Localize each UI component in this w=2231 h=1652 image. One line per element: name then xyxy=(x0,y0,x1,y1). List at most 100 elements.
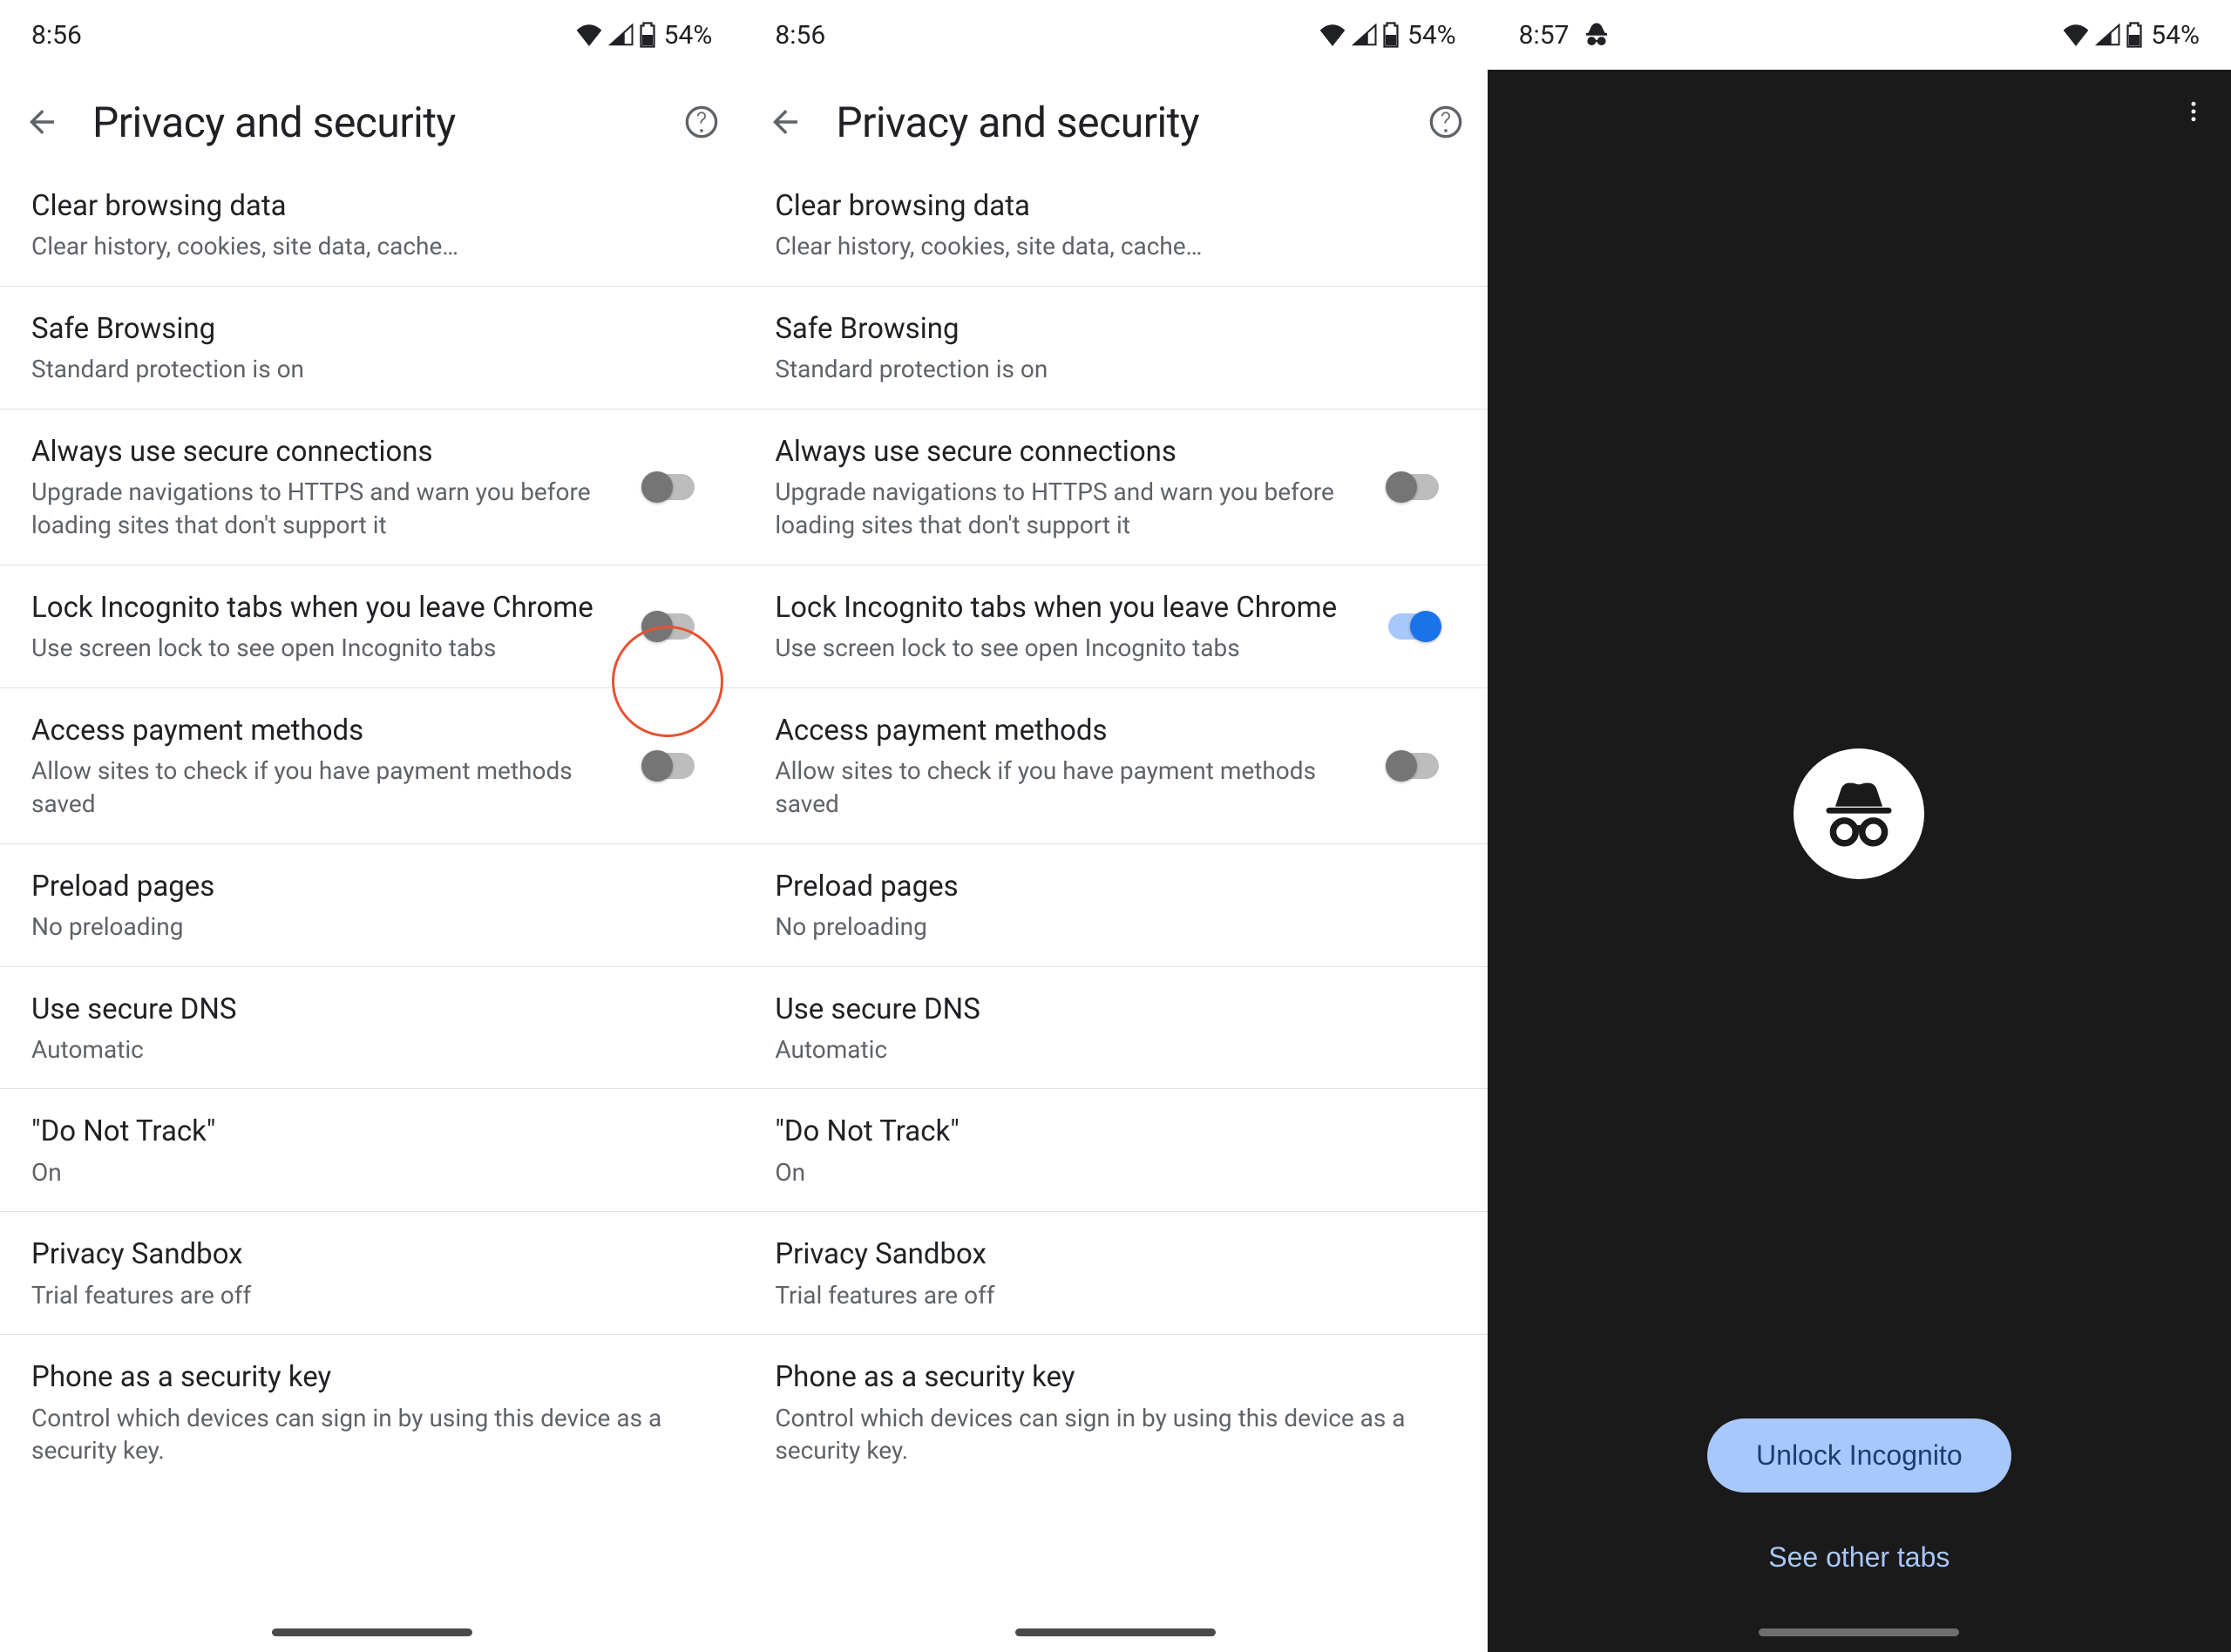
status-battery-text: 54% xyxy=(2151,20,2200,51)
page-title: Privacy and security xyxy=(92,98,651,147)
setting-row[interactable]: Phone as a security keyControl which dev… xyxy=(0,1334,743,1490)
help-icon[interactable] xyxy=(1427,103,1465,141)
setting-subtitle: Allow sites to check if you have payment… xyxy=(775,755,1363,821)
back-icon[interactable] xyxy=(766,103,804,141)
setting-row[interactable]: Access payment methodsAllow sites to che… xyxy=(0,687,743,843)
setting-subtitle: Trial features are off xyxy=(775,1279,1455,1312)
setting-subtitle: Automatic xyxy=(775,1033,1455,1066)
status-battery-text: 54% xyxy=(664,20,713,51)
setting-subtitle: Upgrade navigations to HTTPS and warn yo… xyxy=(31,476,620,542)
setting-row[interactable]: Preload pages No preloading xyxy=(743,843,1487,966)
battery-icon xyxy=(1383,22,1399,48)
setting-title: "Do Not Track" xyxy=(31,1112,712,1152)
setting-title: Phone as a security key xyxy=(775,1357,1455,1398)
setting-title: Always use secure connections xyxy=(31,432,620,472)
setting-title: Clear browsing data xyxy=(775,186,1455,227)
status-right: 54% xyxy=(575,20,713,51)
setting-subtitle: Allow sites to check if you have payment… xyxy=(31,755,620,821)
setting-row[interactable]: Always use secure connectionsUpgrade nav… xyxy=(743,409,1487,565)
incognito-status-icon xyxy=(1582,20,1611,50)
setting-title: Access payment methods xyxy=(31,711,620,751)
back-icon[interactable] xyxy=(23,103,61,141)
setting-subtitle: Control which devices can sign in by usi… xyxy=(775,1402,1455,1468)
setting-row[interactable]: Use secure DNSAutomatic xyxy=(0,966,743,1089)
setting-subtitle: On xyxy=(775,1156,1455,1189)
signal-icon xyxy=(2095,24,2121,46)
unlock-incognito-button[interactable]: Unlock Incognito xyxy=(1707,1418,2011,1493)
status-battery-text: 54% xyxy=(1407,20,1456,51)
incognito-icon xyxy=(1815,770,1902,857)
setting-subtitle: Use screen lock to see open Incognito ta… xyxy=(31,632,620,665)
setting-title: Preload pages xyxy=(31,867,712,907)
status-right: 54% xyxy=(2062,20,2200,51)
setting-title: Lock Incognito tabs when you leave Chrom… xyxy=(31,588,620,628)
signal-icon xyxy=(1352,24,1378,46)
page-title: Privacy and security xyxy=(836,98,1394,147)
setting-row[interactable]: Safe Browsing Standard protection is on xyxy=(0,286,743,409)
setting-row[interactable]: "Do Not Track" On xyxy=(0,1088,743,1211)
wifi-icon xyxy=(575,24,603,46)
setting-subtitle: Use screen lock to see open Incognito ta… xyxy=(775,632,1363,665)
setting-subtitle: Clear history, cookies, site data, cache… xyxy=(31,230,712,263)
setting-row[interactable]: Safe Browsing Standard protection is on xyxy=(743,286,1487,409)
status-right: 54% xyxy=(1319,20,1456,51)
more-icon[interactable] xyxy=(2180,98,2207,128)
help-icon[interactable] xyxy=(682,103,721,141)
setting-row[interactable]: Access payment methodsAllow sites to che… xyxy=(743,687,1487,843)
setting-row[interactable]: Lock Incognito tabs when you leave Chrom… xyxy=(0,565,743,687)
page-header: Privacy and security xyxy=(743,70,1487,174)
setting-title: Phone as a security key xyxy=(31,1357,712,1398)
setting-title: Always use secure connections xyxy=(775,432,1363,472)
page-header: Privacy and security xyxy=(0,70,743,174)
setting-subtitle: Control which devices can sign in by usi… xyxy=(31,1402,712,1468)
setting-row[interactable]: Lock Incognito tabs when you leave Chrom… xyxy=(743,565,1487,687)
setting-row[interactable]: Use secure DNSAutomatic xyxy=(743,966,1487,1089)
battery-icon xyxy=(2126,22,2142,48)
setting-title: Safe Browsing xyxy=(31,309,712,349)
setting-title: Clear browsing data xyxy=(31,186,712,227)
setting-subtitle: Upgrade navigations to HTTPS and warn yo… xyxy=(775,476,1363,542)
wifi-icon xyxy=(2062,24,2090,46)
setting-row[interactable]: Clear browsing dataClear history, cookie… xyxy=(0,174,743,286)
setting-subtitle: Automatic xyxy=(31,1033,712,1066)
signal-icon xyxy=(608,24,634,46)
status-bar: 8:57 54% xyxy=(1488,0,2231,70)
setting-row[interactable]: Privacy Sandbox Trial features are off xyxy=(743,1211,1487,1334)
settings-list: Clear browsing dataClear history, cookie… xyxy=(0,174,743,1490)
screenshot-panel-c: 8:57 54% xyxy=(1488,0,2231,1652)
setting-title: Privacy Sandbox xyxy=(31,1235,712,1275)
setting-subtitle: Clear history, cookies, site data, cache… xyxy=(775,230,1455,263)
setting-subtitle: Standard protection is on xyxy=(775,353,1455,386)
status-clock: 8:56 xyxy=(31,20,82,51)
see-other-tabs-link[interactable]: See other tabs xyxy=(1768,1541,1950,1574)
setting-title: Privacy Sandbox xyxy=(775,1235,1455,1275)
setting-row[interactable]: Always use secure connectionsUpgrade nav… xyxy=(0,409,743,565)
incognito-topbar xyxy=(1488,70,2231,157)
nav-pill xyxy=(1015,1628,1216,1636)
toggle[interactable] xyxy=(644,613,695,640)
toggle[interactable] xyxy=(1388,753,1439,779)
status-clock: 8:56 xyxy=(775,20,825,51)
settings-list: Clear browsing dataClear history, cookie… xyxy=(743,174,1487,1490)
toggle[interactable] xyxy=(644,474,695,500)
setting-row[interactable]: "Do Not Track" On xyxy=(743,1088,1487,1211)
status-bar: 8:56 54% xyxy=(0,0,743,70)
setting-subtitle: On xyxy=(31,1156,712,1189)
setting-row[interactable]: Privacy Sandbox Trial features are off xyxy=(0,1211,743,1334)
setting-subtitle: No preloading xyxy=(31,911,712,944)
setting-title: Safe Browsing xyxy=(775,309,1455,349)
nav-pill xyxy=(272,1628,472,1636)
setting-row[interactable]: Preload pages No preloading xyxy=(0,843,743,966)
setting-row[interactable]: Phone as a security keyControl which dev… xyxy=(743,1334,1487,1490)
setting-subtitle: Trial features are off xyxy=(31,1279,712,1312)
setting-title: Preload pages xyxy=(775,867,1455,907)
toggle[interactable] xyxy=(1388,474,1439,500)
status-bar: 8:56 54% xyxy=(743,0,1487,70)
setting-title: "Do Not Track" xyxy=(775,1112,1455,1152)
screenshot-panel-a: 8:56 54% Privacy and security Clear brow… xyxy=(0,0,743,1652)
setting-row[interactable]: Clear browsing dataClear history, cookie… xyxy=(743,174,1487,286)
setting-subtitle: Standard protection is on xyxy=(31,353,712,386)
setting-subtitle: No preloading xyxy=(775,911,1455,944)
toggle[interactable] xyxy=(644,753,695,779)
toggle[interactable] xyxy=(1388,613,1439,640)
